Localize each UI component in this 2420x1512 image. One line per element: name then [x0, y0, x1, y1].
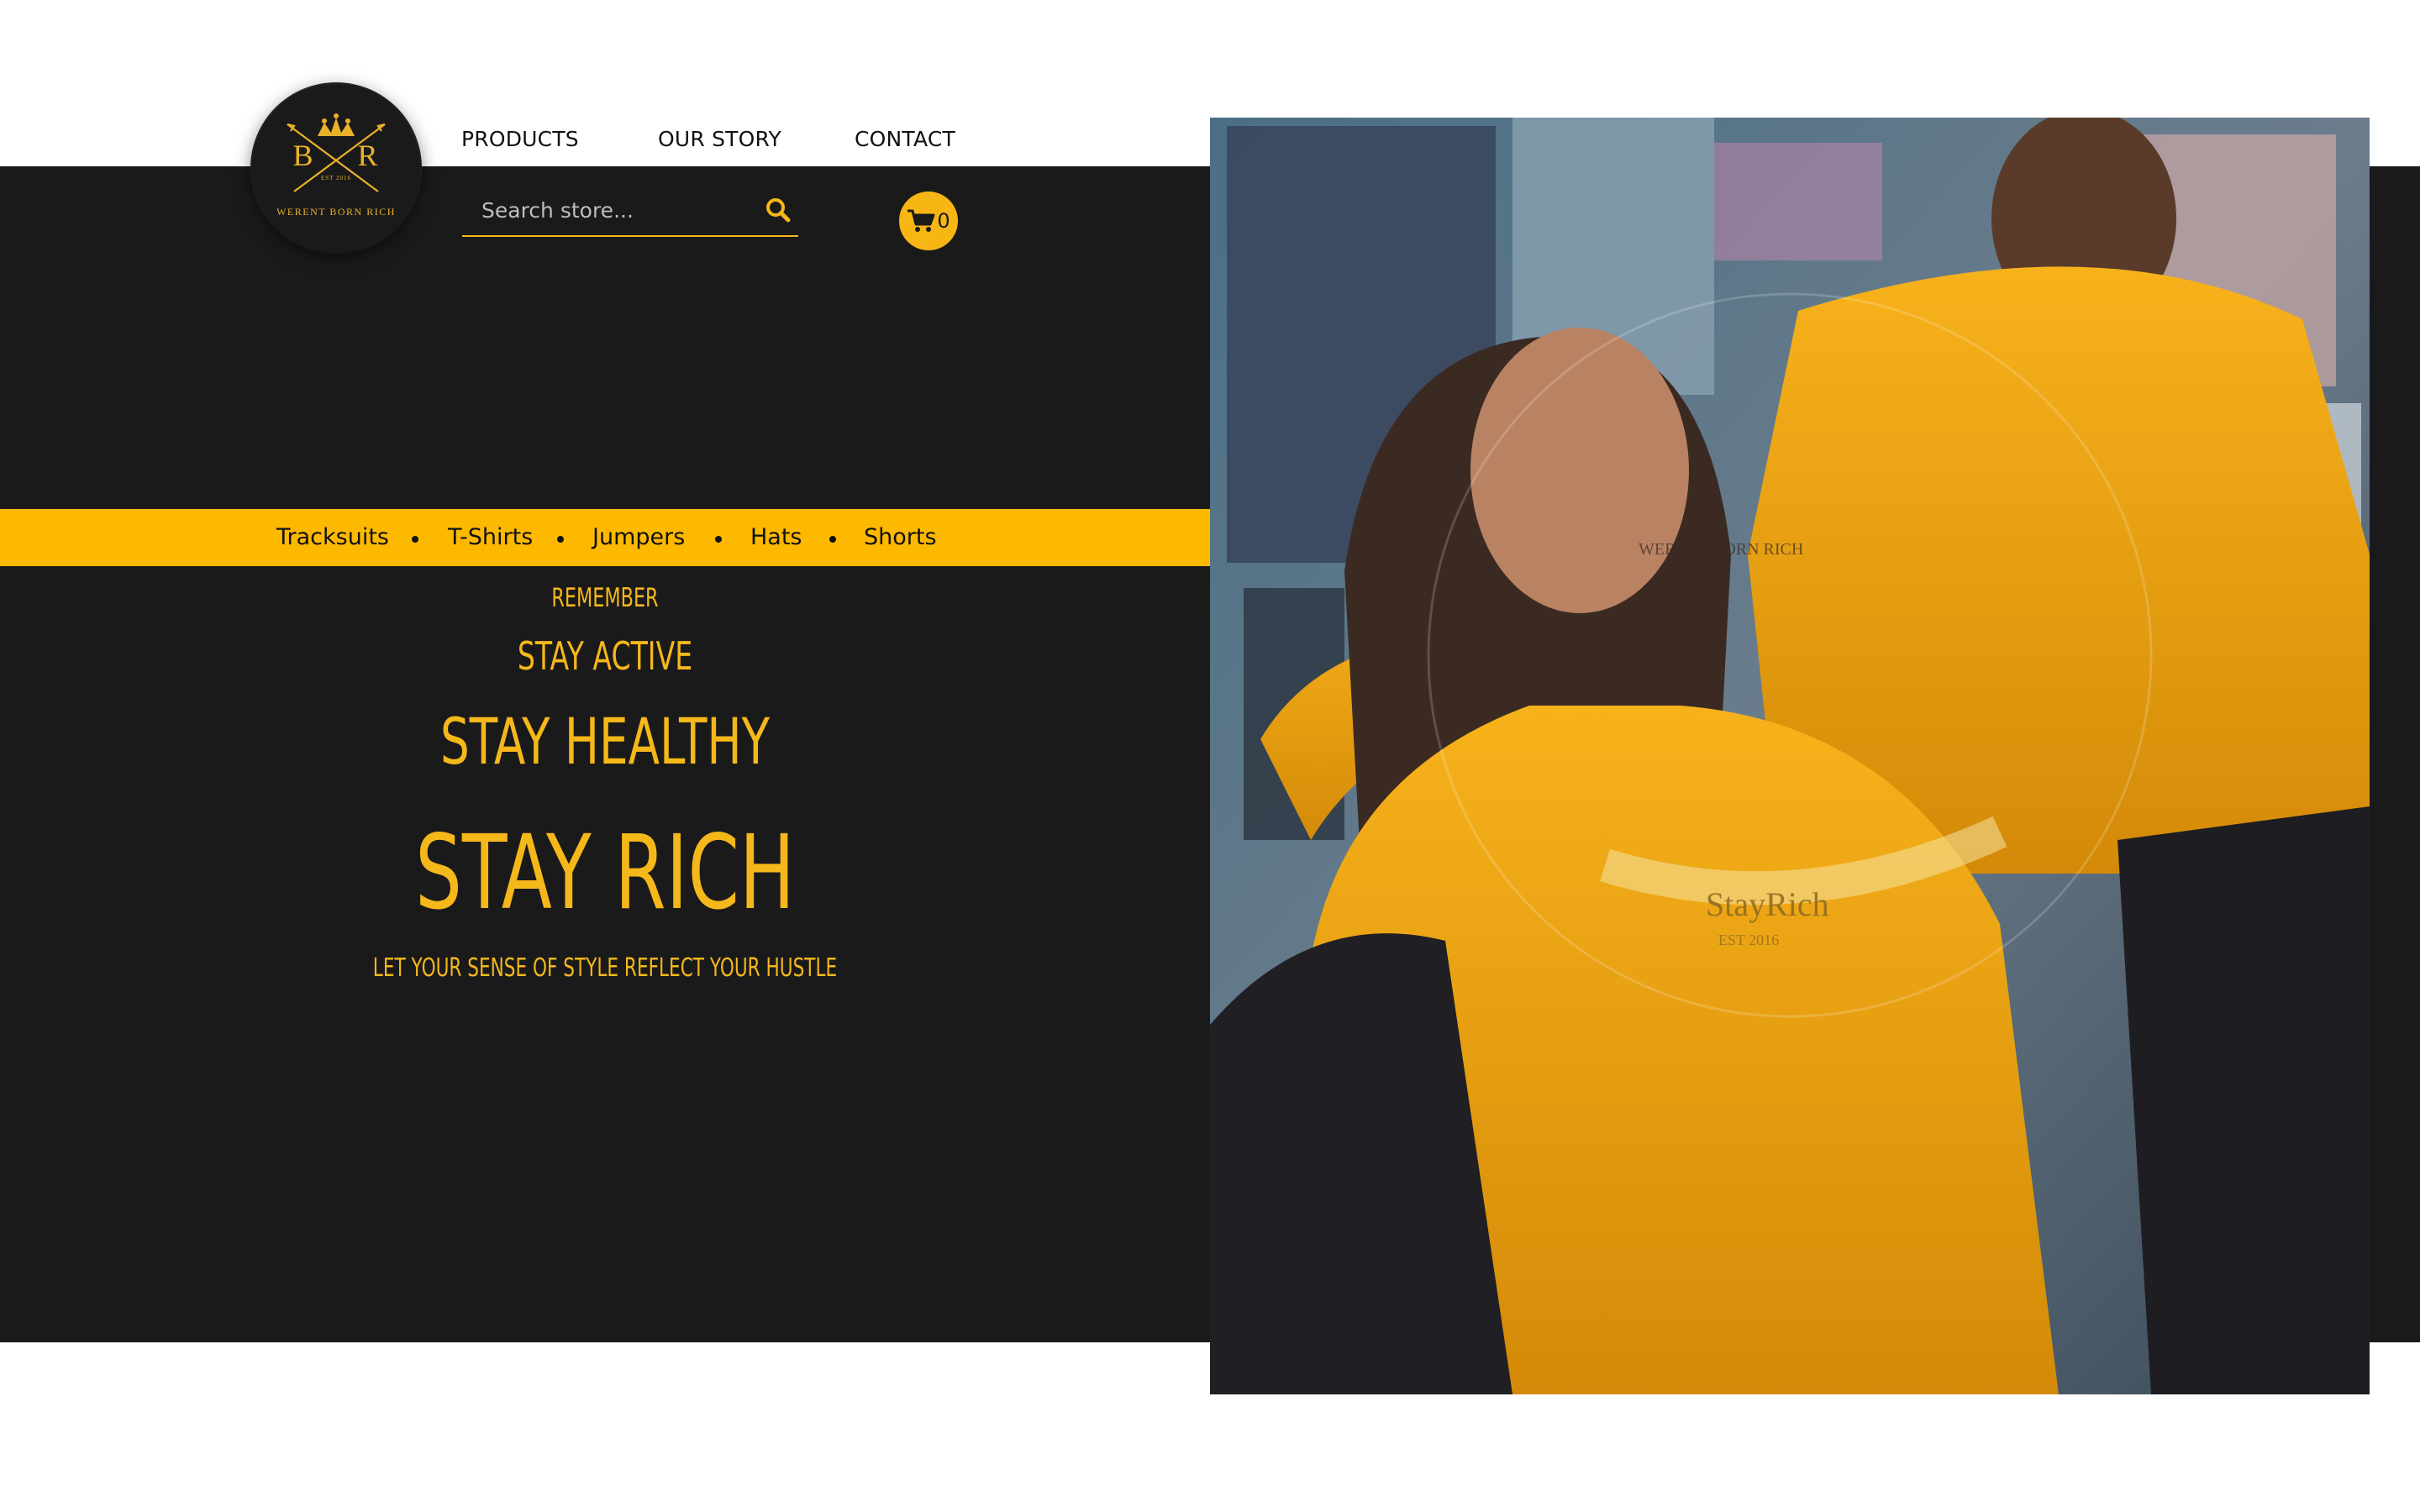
nav-contact-link[interactable]: CONTACT	[855, 127, 955, 151]
logo-letters: B R	[292, 139, 397, 172]
hero-remember: REMEMBER	[551, 583, 659, 613]
hero-photo: StayRich EST 2016 WERENT BORN RICH	[1210, 118, 2370, 1394]
category-hats[interactable]: Hats	[750, 524, 802, 550]
logo-est: EST 2016	[320, 175, 352, 181]
category-jumpers[interactable]: Jumpers	[592, 524, 685, 550]
category-t-shirts[interactable]: T-Shirts	[448, 524, 533, 550]
category-shorts[interactable]: Shorts	[864, 524, 937, 550]
category-tracksuits[interactable]: Tracksuits	[276, 524, 389, 550]
cart-count: 0	[937, 209, 950, 233]
models-in-hoodies-image: StayRich EST 2016 WERENT BORN RICH	[1210, 118, 2370, 1394]
search-box	[462, 186, 798, 237]
brand-logo[interactable]: B R EST 2016 WERENT BORN RICH	[252, 84, 420, 252]
category-separator	[829, 536, 836, 543]
nav-our-story-link[interactable]: OUR STORY	[658, 127, 781, 151]
category-separator	[715, 536, 722, 543]
photo-print-text: StayRich	[1706, 885, 1829, 923]
search-icon[interactable]	[763, 195, 793, 225]
hero-stay-healthy: STAY HEALTHY	[439, 704, 771, 779]
category-separator	[557, 536, 564, 543]
logo-tagline: WERENT BORN RICH	[276, 206, 396, 218]
search-input[interactable]	[481, 193, 750, 227]
shopping-cart-icon	[908, 209, 935, 232]
category-bar: Tracksuits T-Shirts Jumpers Hats Shorts	[0, 509, 1210, 566]
category-separator	[412, 536, 418, 543]
hero-stay-active: STAY ACTIVE	[517, 633, 693, 679]
cart-button[interactable]: 0	[899, 192, 958, 250]
hero-stay-rich: STAY RICH	[415, 813, 795, 932]
photo-badge-text: WERENT BORN RICH	[1639, 540, 1803, 559]
hero-tagline: LET YOUR SENSE OF STYLE REFLECT YOUR HUS…	[372, 953, 838, 983]
photo-print-est: EST 2016	[1718, 932, 1779, 948]
nav-products-link[interactable]: PRODUCTS	[461, 127, 579, 151]
